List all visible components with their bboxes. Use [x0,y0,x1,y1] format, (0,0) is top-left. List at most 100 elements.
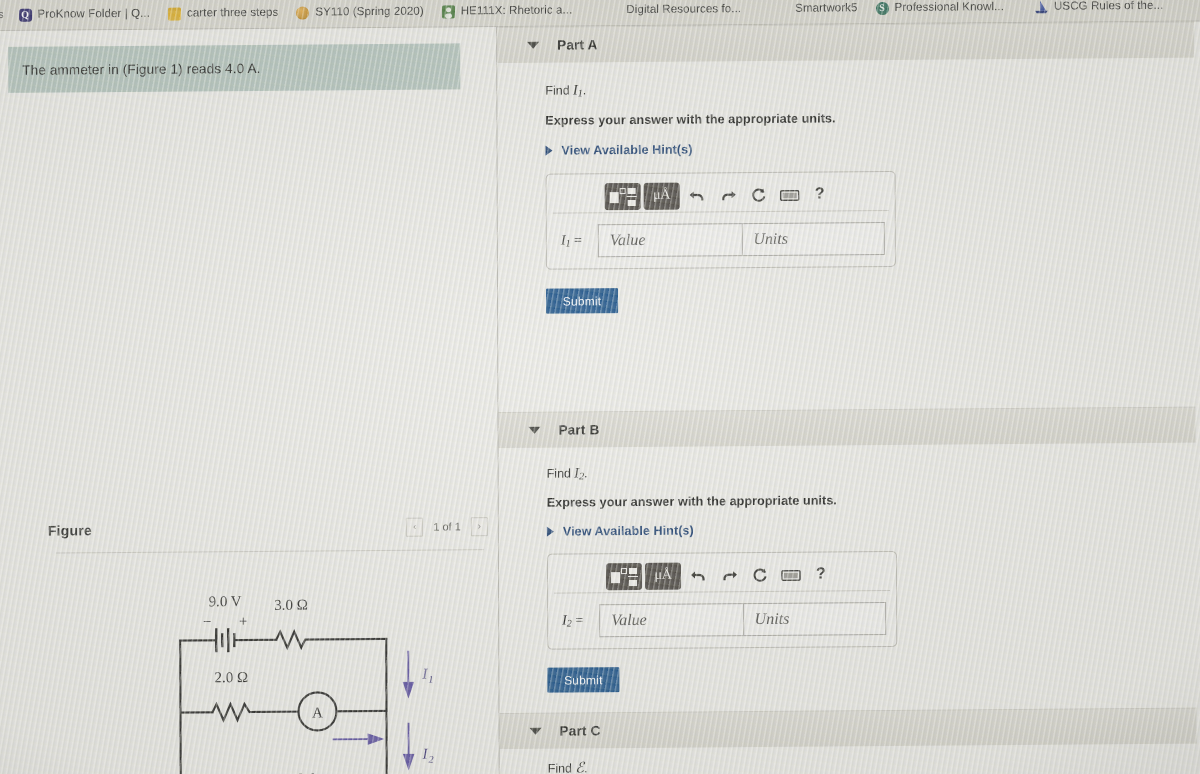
figure-title: Figure [47,521,92,539]
current-1-subscript: 1 [428,675,433,686]
part-a-answer-label: I1 = [560,232,582,250]
figure-divider [55,549,484,554]
part-b-body: Find I2. Express your answer with the ap… [499,443,1197,693]
tab-label: Professional Knowl... [894,0,1005,14]
help-button[interactable]: ? [815,185,825,203]
part-b-math-toolbar[interactable]: μÅ ? [553,557,891,594]
keyboard-icon[interactable] [777,562,805,588]
part-c-title: Part C [559,723,601,739]
part-b-value-input[interactable]: Value [599,603,743,638]
part-a-value-input[interactable]: Value [597,223,742,258]
browser-tab-uscg-rules[interactable]: USCG Rules of the... [1013,0,1172,22]
tab-label: HE111X: Rhetoric a... [460,3,573,17]
figure-page-counter: 1 of 1 [433,520,461,534]
part-a-body: Find I1. Express your answer with the ap… [497,58,1195,314]
ammeter-label: A [312,705,323,721]
battery-top-plus: + [239,614,248,630]
tab-label: Smartwork5 [795,1,858,15]
undo-icon[interactable] [683,182,711,208]
circuit-figure[interactable]: A 9.0 V − + 3.0 Ω 2.0 Ω I 1 I 2 [146,562,447,774]
part-b-submit-button[interactable]: Submit [547,667,620,693]
find-label: Find [546,466,572,481]
right-column: Part A Find I1. Express your answer with… [497,21,1197,774]
browser-tab-he111x[interactable]: HE111X: Rhetoric a... [433,0,582,27]
battery-top-minus: − [203,614,212,630]
browser-tab-professional-knowledge[interactable]: S Professional Knowl... [866,0,1013,24]
part-a-header[interactable]: Part A [497,21,1195,64]
units-button[interactable]: μÅ [643,182,680,210]
part-b-answer-widget[interactable]: μÅ ? I2 = Value Units [546,550,898,650]
part-b-units-input[interactable]: Units [742,602,887,637]
part-c-header[interactable]: Part C [499,707,1197,750]
current-1-label: I [421,667,428,683]
part-b-answer-row: I2 = Value Units [558,602,887,638]
folder-icon [167,7,182,21]
tab-label: ProKnow Folder | Q... [37,7,151,21]
figure-prev-button[interactable]: ‹ [406,517,424,537]
math-template-button[interactable] [604,182,641,210]
resistor-top-label: 3.0 Ω [274,598,308,614]
part-a-answer-widget[interactable]: μÅ ? I1 = Value Units [545,170,896,270]
no-favicon [607,4,620,17]
browser-tab-smartwork5[interactable]: Smartwork5 [750,0,866,25]
reset-icon[interactable] [746,562,774,588]
part-a-submit-button[interactable]: Submit [546,288,619,314]
browser-tab-digital-resources[interactable]: Digital Resources fo... [581,0,750,26]
browser-tab-proknow[interactable]: Q ProKnow Folder | Q... [9,0,159,30]
expand-caret-icon [545,145,553,156]
part-b-units-instruction: Express your answer with the appropriate… [546,493,837,510]
figure-pager[interactable]: ‹ 1 of 1 › [406,517,488,537]
hints-label: View Available Hint(s) [562,523,694,539]
sy110-course-icon [296,6,310,20]
keyboard-icon[interactable] [776,182,804,208]
current-2-label: I [422,747,429,763]
find-period: . [582,83,587,98]
math-template-button[interactable] [605,562,643,590]
redo-icon[interactable] [715,562,743,588]
page-content: The ammeter in (Figure 1) reads 4.0 A. F… [0,21,1200,774]
collapse-caret-icon[interactable] [528,426,541,434]
current-2-subscript: 2 [429,755,434,766]
expand-caret-icon [546,526,554,537]
part-a-hints-link[interactable]: View Available Hint(s) [545,139,1194,158]
collapse-caret-icon[interactable] [529,727,542,735]
browser-tab-carter-three-steps[interactable]: carter three steps [159,0,287,29]
part-a-math-toolbar[interactable]: μÅ ? [552,177,889,214]
circuit-diagram-svg: A 9.0 V − + 3.0 Ω 2.0 Ω I 1 I 2 [179,594,434,774]
hints-label: View Available Hint(s) [561,142,693,158]
part-b-title: Part B [558,422,600,438]
part-a-units-instruction: Express your answer with the appropriate… [545,111,836,128]
figure-panel-header: Figure ‹ 1 of 1 › [48,517,488,539]
tab-label: USCG Rules of the... [1053,0,1164,13]
part-b-header[interactable]: Part B [498,406,1196,449]
tab-label: Digital Resources fo... [626,2,742,16]
he111x-course-icon [441,4,455,18]
tab-label: carter three steps [186,6,279,19]
find-label: Find [545,83,570,98]
browser-tab-sy110[interactable]: SY110 (Spring 2020) [287,0,433,28]
part-a-title: Part A [557,37,598,53]
units-button[interactable]: μÅ [644,562,682,590]
find-period: . [584,761,588,774]
part-a-answer-row: I1 = Value Units [557,222,885,258]
part-c-body: Find ℰ. Express your answer with the app… [500,744,1197,774]
browser-window: Q ProKnow Folder | Q... carter three ste… [0,0,1200,774]
find-label: Find [547,761,573,774]
part-a-units-input[interactable]: Units [741,222,885,257]
undo-icon[interactable] [684,562,712,588]
reset-icon[interactable] [745,182,773,208]
part-b-prompt: Find I2. [547,461,1196,483]
find-period: . [584,466,588,481]
tab-label: SY110 (Spring 2020) [315,5,424,18]
collapse-caret-icon[interactable] [527,41,540,49]
proknow-q-icon: Q [18,8,32,22]
resistor-middle-label: 2.0 Ω [215,670,249,686]
part-b-hints-link[interactable]: View Available Hint(s) [546,520,1196,539]
part-c-prompt: Find ℰ. [548,756,1197,774]
figure-next-button[interactable]: › [470,517,488,537]
no-favicon [776,2,789,15]
help-button[interactable]: ? [816,565,826,583]
part-b-answer-label: I2 = [562,612,584,630]
redo-icon[interactable] [714,182,742,208]
part-a-prompt: Find I1. [545,78,1194,100]
